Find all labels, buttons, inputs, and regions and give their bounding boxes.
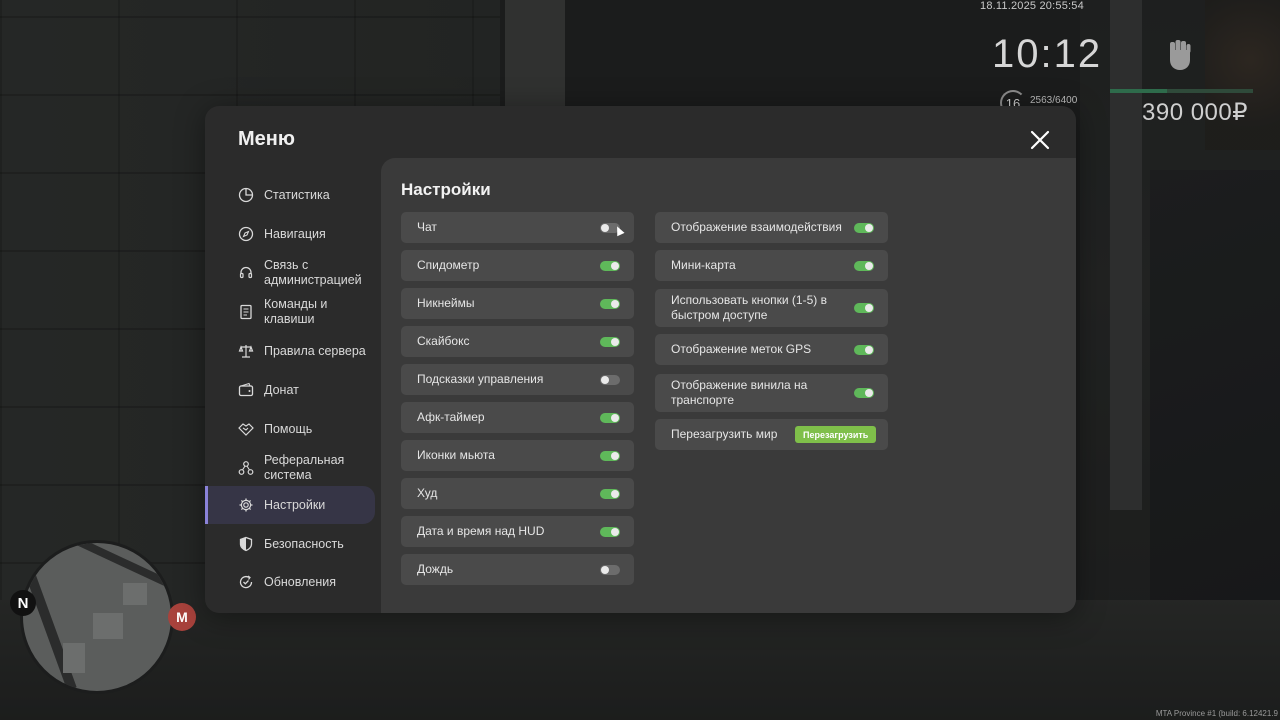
setting-label: Подсказки управления — [417, 372, 544, 386]
hud-health-bar — [1110, 89, 1253, 93]
hud-money: 390 000₽ — [1142, 99, 1249, 126]
setting-label: Дата и время над HUD — [417, 524, 545, 538]
rain-toggle[interactable] — [600, 564, 620, 575]
close-icon[interactable] — [1028, 128, 1052, 152]
setting-label: Никнеймы — [417, 296, 475, 310]
gear-icon — [237, 496, 255, 514]
control-hints-toggle[interactable] — [600, 374, 620, 385]
minimap-north-marker: N — [10, 590, 36, 616]
setting-label: Отображение меток GPS — [671, 342, 812, 356]
setting-label: Скайбокс — [417, 334, 470, 348]
setting-row-reload-world: Перезагрузить мир Перезагрузить — [655, 419, 888, 450]
quick-access-keys-toggle[interactable] — [854, 303, 874, 313]
sidebar-item-security[interactable]: Безопасность — [205, 525, 375, 563]
sidebar-item-label: Помощь — [264, 421, 313, 436]
sidebar-item-updates[interactable]: Обновления — [205, 563, 375, 601]
setting-label: Спидометр — [417, 258, 480, 272]
setting-row-rain[interactable]: Дождь — [401, 554, 634, 585]
sidebar-item-server-rules[interactable]: Правила сервера — [205, 332, 375, 370]
speedometer-toggle[interactable] — [600, 260, 620, 271]
sidebar-item-contact-admin[interactable]: Связь с администрацией — [205, 254, 375, 292]
compass-icon — [237, 225, 255, 243]
hud-datetime: 18.11.2025 20:55:54 — [980, 0, 1084, 12]
minimap-building — [63, 643, 85, 673]
menu-window: Меню Статистика Навигация Связь с админи… — [205, 106, 1076, 613]
setting-label: Отображение взаимодействия — [671, 220, 842, 234]
sidebar-item-label: Безопасность — [264, 536, 344, 551]
sidebar-item-label: Правила сервера — [264, 343, 366, 358]
handshake-icon — [237, 420, 255, 438]
hud-toggle[interactable] — [600, 488, 620, 499]
sidebar-item-label: Навигация — [264, 226, 326, 241]
minimap-toggle[interactable] — [854, 260, 874, 271]
sidebar-item-label: Команды и клавиши — [264, 297, 328, 326]
settings-title: Настройки — [401, 180, 491, 199]
setting-row-minimap[interactable]: Мини-карта — [655, 250, 888, 281]
headset-icon — [237, 264, 255, 282]
sidebar-item-label: Обновления — [264, 574, 336, 589]
setting-label: Иконки мьюта — [417, 448, 495, 462]
setting-row-quick-access-keys[interactable]: Использовать кнопки (1-5) в быстром дост… — [655, 289, 888, 327]
setting-row-control-hints[interactable]: Подсказки управления — [401, 364, 634, 395]
mute-icons-toggle[interactable] — [600, 450, 620, 461]
sidebar-item-label: Связь с администрацией — [264, 258, 362, 287]
setting-row-afk-timer[interactable]: Афк-таймер — [401, 402, 634, 433]
fist-icon — [1170, 40, 1191, 70]
sidebar-item-commands[interactable]: Команды и клавиши — [205, 293, 375, 331]
minimap — [20, 540, 174, 694]
wallet-icon — [237, 381, 255, 399]
setting-row-gps-markers[interactable]: Отображение меток GPS — [655, 334, 888, 365]
nicknames-toggle[interactable] — [600, 298, 620, 309]
setting-label: Чат — [417, 220, 437, 234]
setting-label: Дождь — [417, 562, 454, 576]
vinyl-display-toggle[interactable] — [854, 388, 874, 398]
hud-clock: 10:12 — [992, 32, 1103, 76]
sidebar-item-referral[interactable]: Реферальная система — [205, 449, 375, 487]
setting-row-chat[interactable]: Чат — [401, 212, 634, 243]
setting-row-skybox[interactable]: Скайбокс — [401, 326, 634, 357]
setting-row-datetime-hud[interactable]: Дата и время над HUD — [401, 516, 634, 547]
setting-row-mute-icons[interactable]: Иконки мьюта — [401, 440, 634, 471]
setting-label: Афк-таймер — [417, 410, 485, 424]
minimap-building — [123, 583, 147, 605]
pie-chart-icon — [237, 186, 255, 204]
setting-label: Мини-карта — [671, 258, 736, 272]
sidebar-item-label: Настройки — [264, 497, 326, 512]
setting-row-nicknames[interactable]: Никнеймы — [401, 288, 634, 319]
sidebar-item-label: Донат — [264, 382, 299, 397]
refresh-check-icon — [237, 573, 255, 591]
setting-row-vinyl-display[interactable]: Отображение винила на транспорте — [655, 374, 888, 412]
scales-icon — [237, 342, 255, 360]
reload-world-button[interactable]: Перезагрузить — [795, 426, 877, 443]
shield-icon — [237, 535, 255, 553]
setting-row-hud[interactable]: Худ — [401, 478, 634, 509]
metro-icon: M — [168, 603, 196, 631]
setting-row-interaction-display[interactable]: Отображение взаимодействия — [655, 212, 888, 243]
setting-label: Использовать кнопки (1-5) в быстром дост… — [671, 293, 827, 322]
network-icon — [237, 459, 255, 477]
menu-title: Меню — [238, 128, 295, 150]
setting-row-speedometer[interactable]: Спидометр — [401, 250, 634, 281]
datetime-hud-toggle[interactable] — [600, 526, 620, 537]
afk-timer-toggle[interactable] — [600, 412, 620, 423]
sidebar-item-donate[interactable]: Донат — [205, 371, 375, 409]
sidebar-item-navigation[interactable]: Навигация — [205, 215, 375, 253]
setting-label: Худ — [417, 486, 438, 500]
gps-markers-toggle[interactable] — [854, 344, 874, 355]
document-icon — [237, 303, 255, 321]
setting-label: Перезагрузить мир — [671, 427, 778, 441]
hud-health-bar-fill — [1110, 89, 1168, 93]
sidebar-item-label: Реферальная система — [264, 453, 345, 482]
hud-xp-counter: 2563/6400 — [1030, 95, 1078, 106]
build-info: MTA Province #1 (build: 6.12421.9 — [1155, 709, 1278, 718]
minimap-building — [93, 613, 123, 639]
settings-panel: Настройки Чат Спидометр Никнеймы Скайбок… — [381, 158, 1076, 613]
sidebar-item-statistics[interactable]: Статистика — [205, 176, 375, 214]
skybox-toggle[interactable] — [600, 336, 620, 347]
sidebar-item-settings[interactable]: Настройки — [205, 486, 375, 524]
sidebar-item-help[interactable]: Помощь — [205, 410, 375, 448]
interaction-display-toggle[interactable] — [854, 222, 874, 233]
setting-label: Отображение винила на транспорте — [671, 378, 808, 407]
sidebar-item-label: Статистика — [264, 187, 330, 202]
